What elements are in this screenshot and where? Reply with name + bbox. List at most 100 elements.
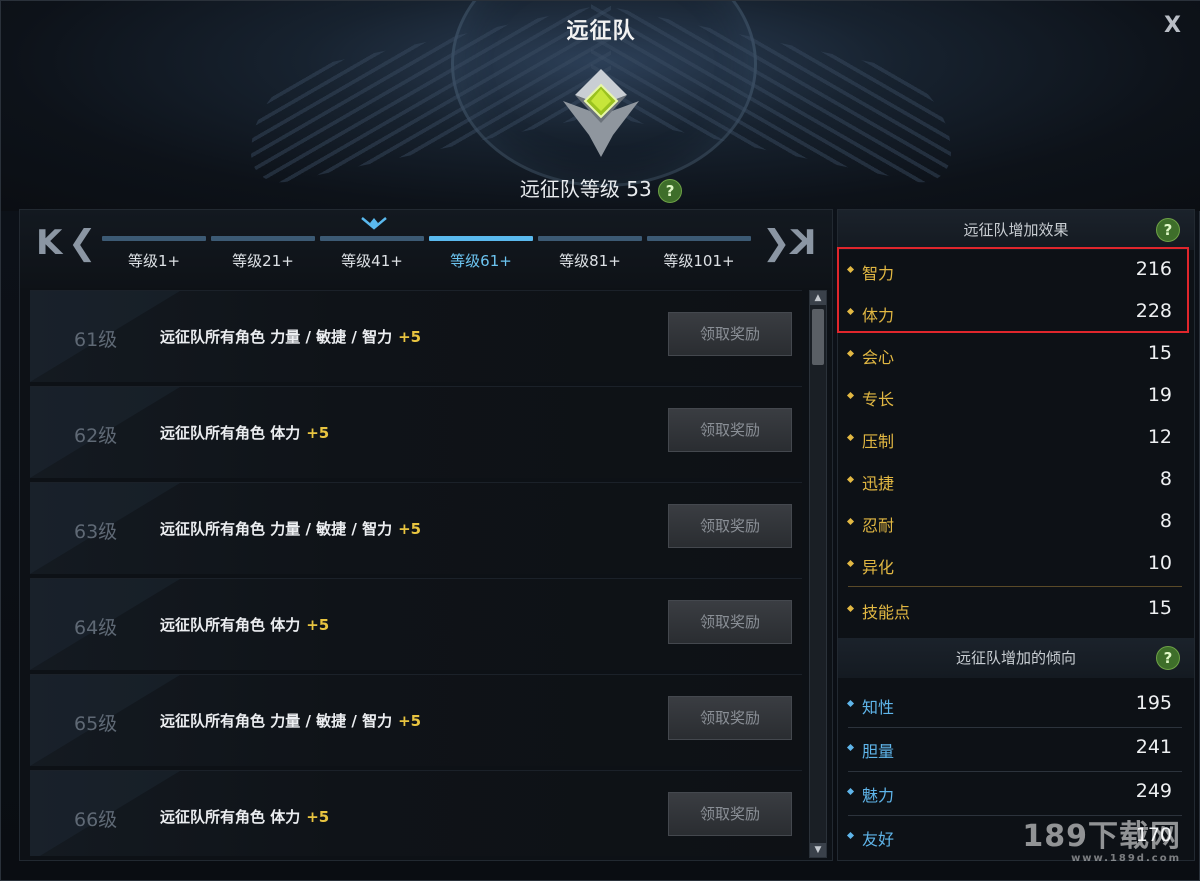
stat-row: 压制 12 (846, 418, 1176, 460)
tab-label: 等级21+ (232, 252, 294, 270)
tab-label: 等级61+ (450, 252, 512, 270)
reward-row: 63级 远征队所有角色 力量 / 敏捷 / 智力 +5 领取奖励 (30, 482, 802, 574)
effects-title: 远征队增加效果 (963, 221, 1069, 239)
reward-bonus: +5 (398, 328, 422, 346)
stat-value: 12 (1147, 426, 1172, 448)
tendency-row: 胆量 241 (846, 728, 1176, 770)
level-help-icon[interactable]: ? (658, 178, 683, 203)
stat-name: 忍耐 (862, 516, 895, 535)
tab-level-81[interactable]: 等级81+ (538, 236, 642, 286)
highlight-box (837, 247, 1189, 333)
tab-level-61[interactable]: 等级61+ (429, 236, 533, 286)
next-page-button[interactable]: ❯ (762, 226, 791, 260)
scroll-up-icon[interactable]: ▲ (810, 291, 826, 305)
tab-label: 等级1+ (127, 252, 181, 270)
claim-reward-button[interactable]: 领取奖励 (668, 504, 792, 548)
reward-row: 65级 远征队所有角色 力量 / 敏捷 / 智力 +5 领取奖励 (30, 674, 802, 766)
reward-text: 远征队所有角色 体力 (160, 616, 301, 634)
window-title: 远征队 (566, 19, 636, 44)
bullet-icon (846, 559, 855, 568)
tab-label: 等级41+ (341, 252, 403, 270)
first-page-icon: K (36, 223, 63, 263)
watermark-text: 189下载网 (1022, 819, 1181, 854)
claim-reward-button[interactable]: 领取奖励 (668, 792, 792, 836)
bullet-icon (846, 787, 855, 796)
reward-bonus: +5 (306, 808, 330, 826)
tab-level-1[interactable]: 等级1+ (102, 236, 206, 286)
bullet-icon (846, 517, 855, 526)
claim-reward-button[interactable]: 领取奖励 (668, 696, 792, 740)
bullet-icon (846, 349, 855, 358)
claim-reward-button[interactable]: 领取奖励 (668, 600, 792, 644)
stat-value: 15 (1147, 342, 1172, 364)
rewards-panel: K ❮ 等级1+ 等级21+ 等级41+ 等级61+ 等级81+ 等级101+ … (19, 209, 833, 861)
reward-row: 62级 远征队所有角色 体力 +5 领取奖励 (30, 386, 802, 478)
reward-level: 66级 (74, 809, 118, 831)
bullet-icon (846, 699, 855, 708)
stat-row: 专长 19 (846, 376, 1176, 418)
stat-value: 15 (1147, 597, 1172, 619)
tab-level-101[interactable]: 等级101+ (647, 236, 751, 286)
bullet-icon (846, 391, 855, 400)
chevron-right-icon: ❯ (762, 223, 791, 263)
tendency-name: 知性 (862, 698, 895, 717)
level-tab-bar: K ❮ 等级1+ 等级21+ 等级41+ 等级61+ 等级81+ 等级101+ … (20, 210, 832, 288)
claim-reward-button[interactable]: 领取奖励 (668, 312, 792, 356)
skill-points-row: 技能点 15 (846, 589, 1176, 631)
stat-name: 压制 (862, 432, 895, 451)
scroll-down-icon[interactable]: ▼ (810, 843, 826, 857)
tendency-name: 胆量 (862, 742, 895, 761)
chevron-left-icon: ❮ (68, 223, 97, 263)
tendency-value: 241 (1135, 736, 1172, 758)
scroll-thumb[interactable] (812, 309, 824, 365)
active-tab-marker-icon (361, 217, 387, 230)
bullet-icon (846, 604, 855, 613)
stat-row: 会心 15 (846, 334, 1176, 376)
tendency-name: 魅力 (862, 786, 895, 805)
expedition-level-row: 远征队等级 53 ? (1, 173, 1200, 203)
stat-value: 8 (1159, 468, 1172, 490)
tendency-name: 友好 (862, 830, 895, 849)
stat-row: 迅捷 8 (846, 460, 1176, 502)
watermark-url: www.189d.com (1071, 853, 1181, 864)
stat-value: 10 (1147, 552, 1172, 574)
prev-page-button[interactable]: ❮ (68, 226, 97, 260)
reward-level: 63级 (74, 521, 118, 543)
reward-level: 64级 (74, 617, 118, 639)
bullet-icon (846, 743, 855, 752)
reward-bonus: +5 (306, 616, 330, 634)
reward-description: 远征队所有角色 力量 / 敏捷 / 智力 +5 (160, 518, 421, 539)
reward-description: 远征队所有角色 力量 / 敏捷 / 智力 +5 (160, 326, 421, 347)
reward-text: 远征队所有角色 力量 / 敏捷 / 智力 (160, 712, 393, 730)
effects-help-icon[interactable]: ? (1156, 218, 1180, 242)
stat-row: 忍耐 8 (846, 502, 1176, 544)
reward-row: 66级 远征队所有角色 体力 +5 领取奖励 (30, 770, 802, 856)
stat-name: 异化 (862, 558, 895, 577)
close-button[interactable]: X (1164, 13, 1181, 38)
tab-level-41[interactable]: 等级41+ (320, 236, 424, 286)
stats-divider (848, 586, 1182, 587)
tab-level-21[interactable]: 等级21+ (211, 236, 315, 286)
tendencies-help-icon[interactable]: ? (1156, 646, 1180, 670)
reward-description: 远征队所有角色 体力 +5 (160, 422, 329, 443)
reward-list: 61级 远征队所有角色 力量 / 敏捷 / 智力 +5 领取奖励 62级 远征队所… (30, 290, 802, 856)
expedition-emblem-icon (563, 69, 639, 157)
reward-description: 远征队所有角色 体力 +5 (160, 806, 329, 827)
effects-header: 远征队增加效果 ? (838, 210, 1194, 250)
reward-text: 远征队所有角色 力量 / 敏捷 / 智力 (160, 520, 393, 538)
reward-description: 远征队所有角色 力量 / 敏捷 / 智力 +5 (160, 710, 421, 731)
last-page-button[interactable]: K (790, 223, 816, 263)
expedition-level-label: 远征队等级 53 (519, 177, 652, 201)
tendency-value: 249 (1135, 780, 1172, 802)
reward-list-scrollbar[interactable]: ▲ ▼ (809, 290, 827, 858)
first-page-button[interactable]: K (36, 226, 62, 260)
stat-name: 专长 (862, 390, 895, 409)
stat-value: 19 (1147, 384, 1172, 406)
reward-bonus: +5 (398, 520, 422, 538)
expedition-window: 远征队 X 远征队等级 53 ? K ❮ 等级1+ 等级21+ 等级41+ 等级… (0, 0, 1200, 881)
claim-reward-button[interactable]: 领取奖励 (668, 408, 792, 452)
site-watermark: 189下载网 www.189d.com (1022, 811, 1181, 864)
stat-value: 8 (1159, 510, 1172, 532)
reward-level: 65级 (74, 713, 118, 735)
tab-label: 等级101+ (663, 252, 735, 270)
